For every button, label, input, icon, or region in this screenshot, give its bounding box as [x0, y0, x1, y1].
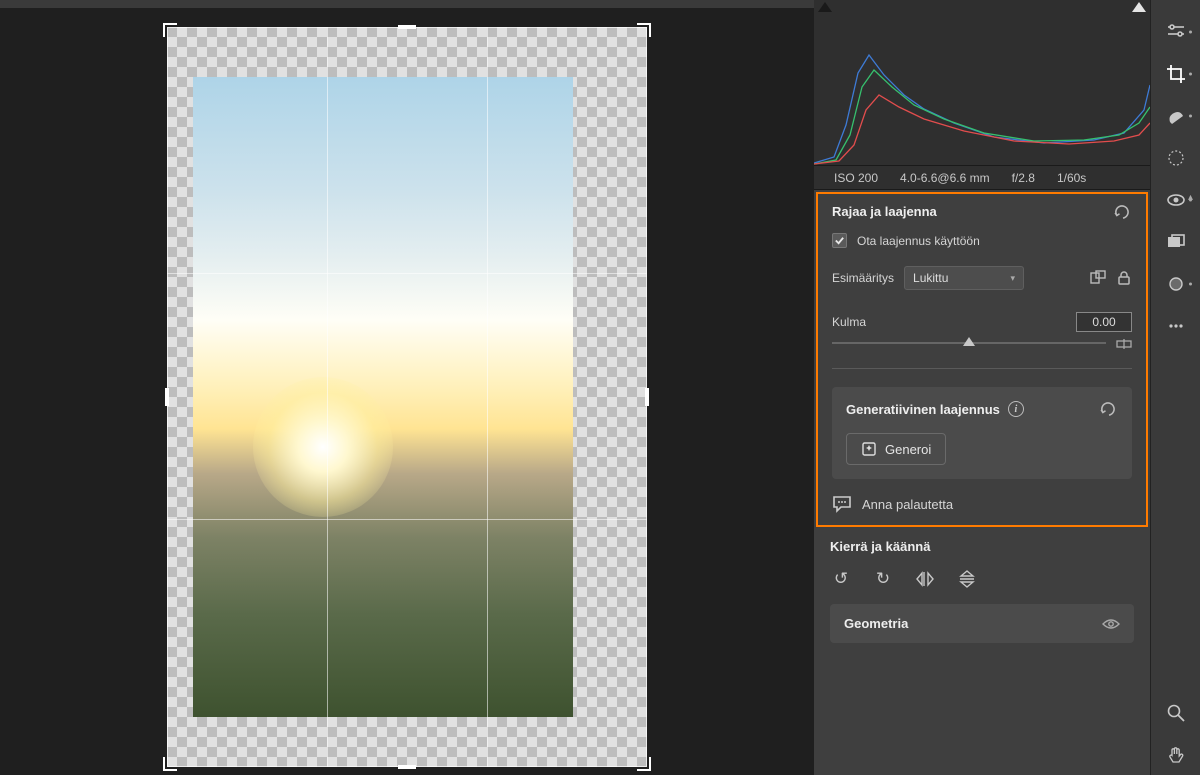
- reset-icon[interactable]: [1114, 205, 1132, 219]
- feedback-label: Anna palautetta: [862, 497, 953, 512]
- generate-button[interactable]: Generoi: [846, 433, 946, 465]
- generative-title: Generatiivinen laajennus: [846, 402, 1000, 417]
- swap-aspect-icon[interactable]: [1090, 270, 1106, 286]
- crop-expand-panel: Rajaa ja laajenna Ota laajennus käyttöön…: [816, 192, 1148, 527]
- meta-iso: ISO 200: [834, 171, 878, 185]
- meta-shutter: 1/60s: [1057, 171, 1086, 185]
- crop-handle-left[interactable]: [165, 388, 169, 406]
- shadow-clip-icon[interactable]: [818, 2, 832, 12]
- histogram-chart: [814, 15, 1150, 165]
- meta-lens: 4.0-6.6@6.6 mm: [900, 171, 990, 185]
- right-toolbar: [1150, 0, 1200, 775]
- crop-handle-bl[interactable]: [163, 757, 177, 771]
- presets-button[interactable]: [1156, 222, 1196, 262]
- angle-slider-thumb[interactable]: [963, 337, 975, 346]
- lock-icon[interactable]: [1116, 270, 1132, 286]
- info-icon[interactable]: i: [1008, 401, 1024, 417]
- crop-handle-tl[interactable]: [163, 23, 177, 37]
- enable-expand-row[interactable]: Ota laajennus käyttöön: [832, 233, 1132, 248]
- crop-frame[interactable]: [167, 27, 647, 767]
- preset-label: Esimääritys: [832, 271, 894, 285]
- crop-border: [167, 27, 647, 767]
- highlight-clip-icon[interactable]: [1132, 2, 1146, 12]
- crop-handle-top[interactable]: [398, 25, 416, 29]
- reset-icon[interactable]: [1100, 402, 1118, 416]
- rotate-flip-title: Kierrä ja käännä: [830, 539, 1134, 554]
- edit-sliders-button[interactable]: [1156, 12, 1196, 52]
- flip-vertical-icon[interactable]: [956, 568, 978, 590]
- crop-handle-br[interactable]: [637, 757, 651, 771]
- hand-tool-button[interactable]: [1156, 735, 1196, 775]
- chevron-down-icon: ▾: [1010, 273, 1015, 284]
- geometry-title: Geometria: [844, 616, 908, 631]
- enable-expand-checkbox[interactable]: [832, 233, 847, 248]
- crop-handle-bottom[interactable]: [398, 765, 416, 769]
- mask-tool-button[interactable]: [1156, 138, 1196, 178]
- crop-tool-button[interactable]: [1156, 54, 1196, 94]
- side-panel: ISO 200 4.0-6.6@6.6 mm f/2.8 1/60s ▴ Raj…: [814, 0, 1150, 775]
- blur-tool-button[interactable]: [1156, 264, 1196, 304]
- rotate-ccw-icon[interactable]: ↺: [830, 568, 852, 590]
- top-app-bar: [0, 0, 814, 8]
- panel-title: Rajaa ja laajenna: [832, 204, 937, 219]
- meta-aperture: f/2.8: [1012, 171, 1035, 185]
- crop-handle-right[interactable]: [645, 388, 649, 406]
- redeye-tool-button[interactable]: [1156, 180, 1196, 220]
- rotate-cw-icon[interactable]: ↻: [872, 568, 894, 590]
- angle-input[interactable]: [1076, 312, 1132, 332]
- zoom-tool-button[interactable]: [1156, 693, 1196, 733]
- canvas-area[interactable]: [0, 0, 814, 775]
- angle-slider[interactable]: [832, 342, 1106, 344]
- enable-expand-label: Ota laajennus käyttöön: [857, 234, 980, 248]
- generate-label: Generoi: [885, 442, 931, 457]
- metadata-bar: ISO 200 4.0-6.6@6.6 mm f/2.8 1/60s: [814, 166, 1150, 190]
- angle-label: Kulma: [832, 315, 866, 329]
- feedback-row[interactable]: Anna palautetta: [832, 495, 1132, 513]
- preset-value: Lukittu: [913, 271, 948, 285]
- chat-icon: [832, 495, 852, 513]
- histogram[interactable]: [814, 0, 1150, 166]
- eye-icon[interactable]: [1102, 618, 1120, 630]
- generative-expand-panel: Generatiivinen laajennus i Generoi: [832, 387, 1132, 479]
- geometry-panel-header[interactable]: Geometria: [830, 604, 1134, 643]
- more-button[interactable]: [1156, 306, 1196, 346]
- crop-handle-tr[interactable]: [637, 23, 651, 37]
- preset-select[interactable]: Lukittu ▾: [904, 266, 1024, 290]
- heal-tool-button[interactable]: [1156, 96, 1196, 136]
- straighten-icon[interactable]: [1116, 336, 1132, 350]
- flip-horizontal-icon[interactable]: [914, 568, 936, 590]
